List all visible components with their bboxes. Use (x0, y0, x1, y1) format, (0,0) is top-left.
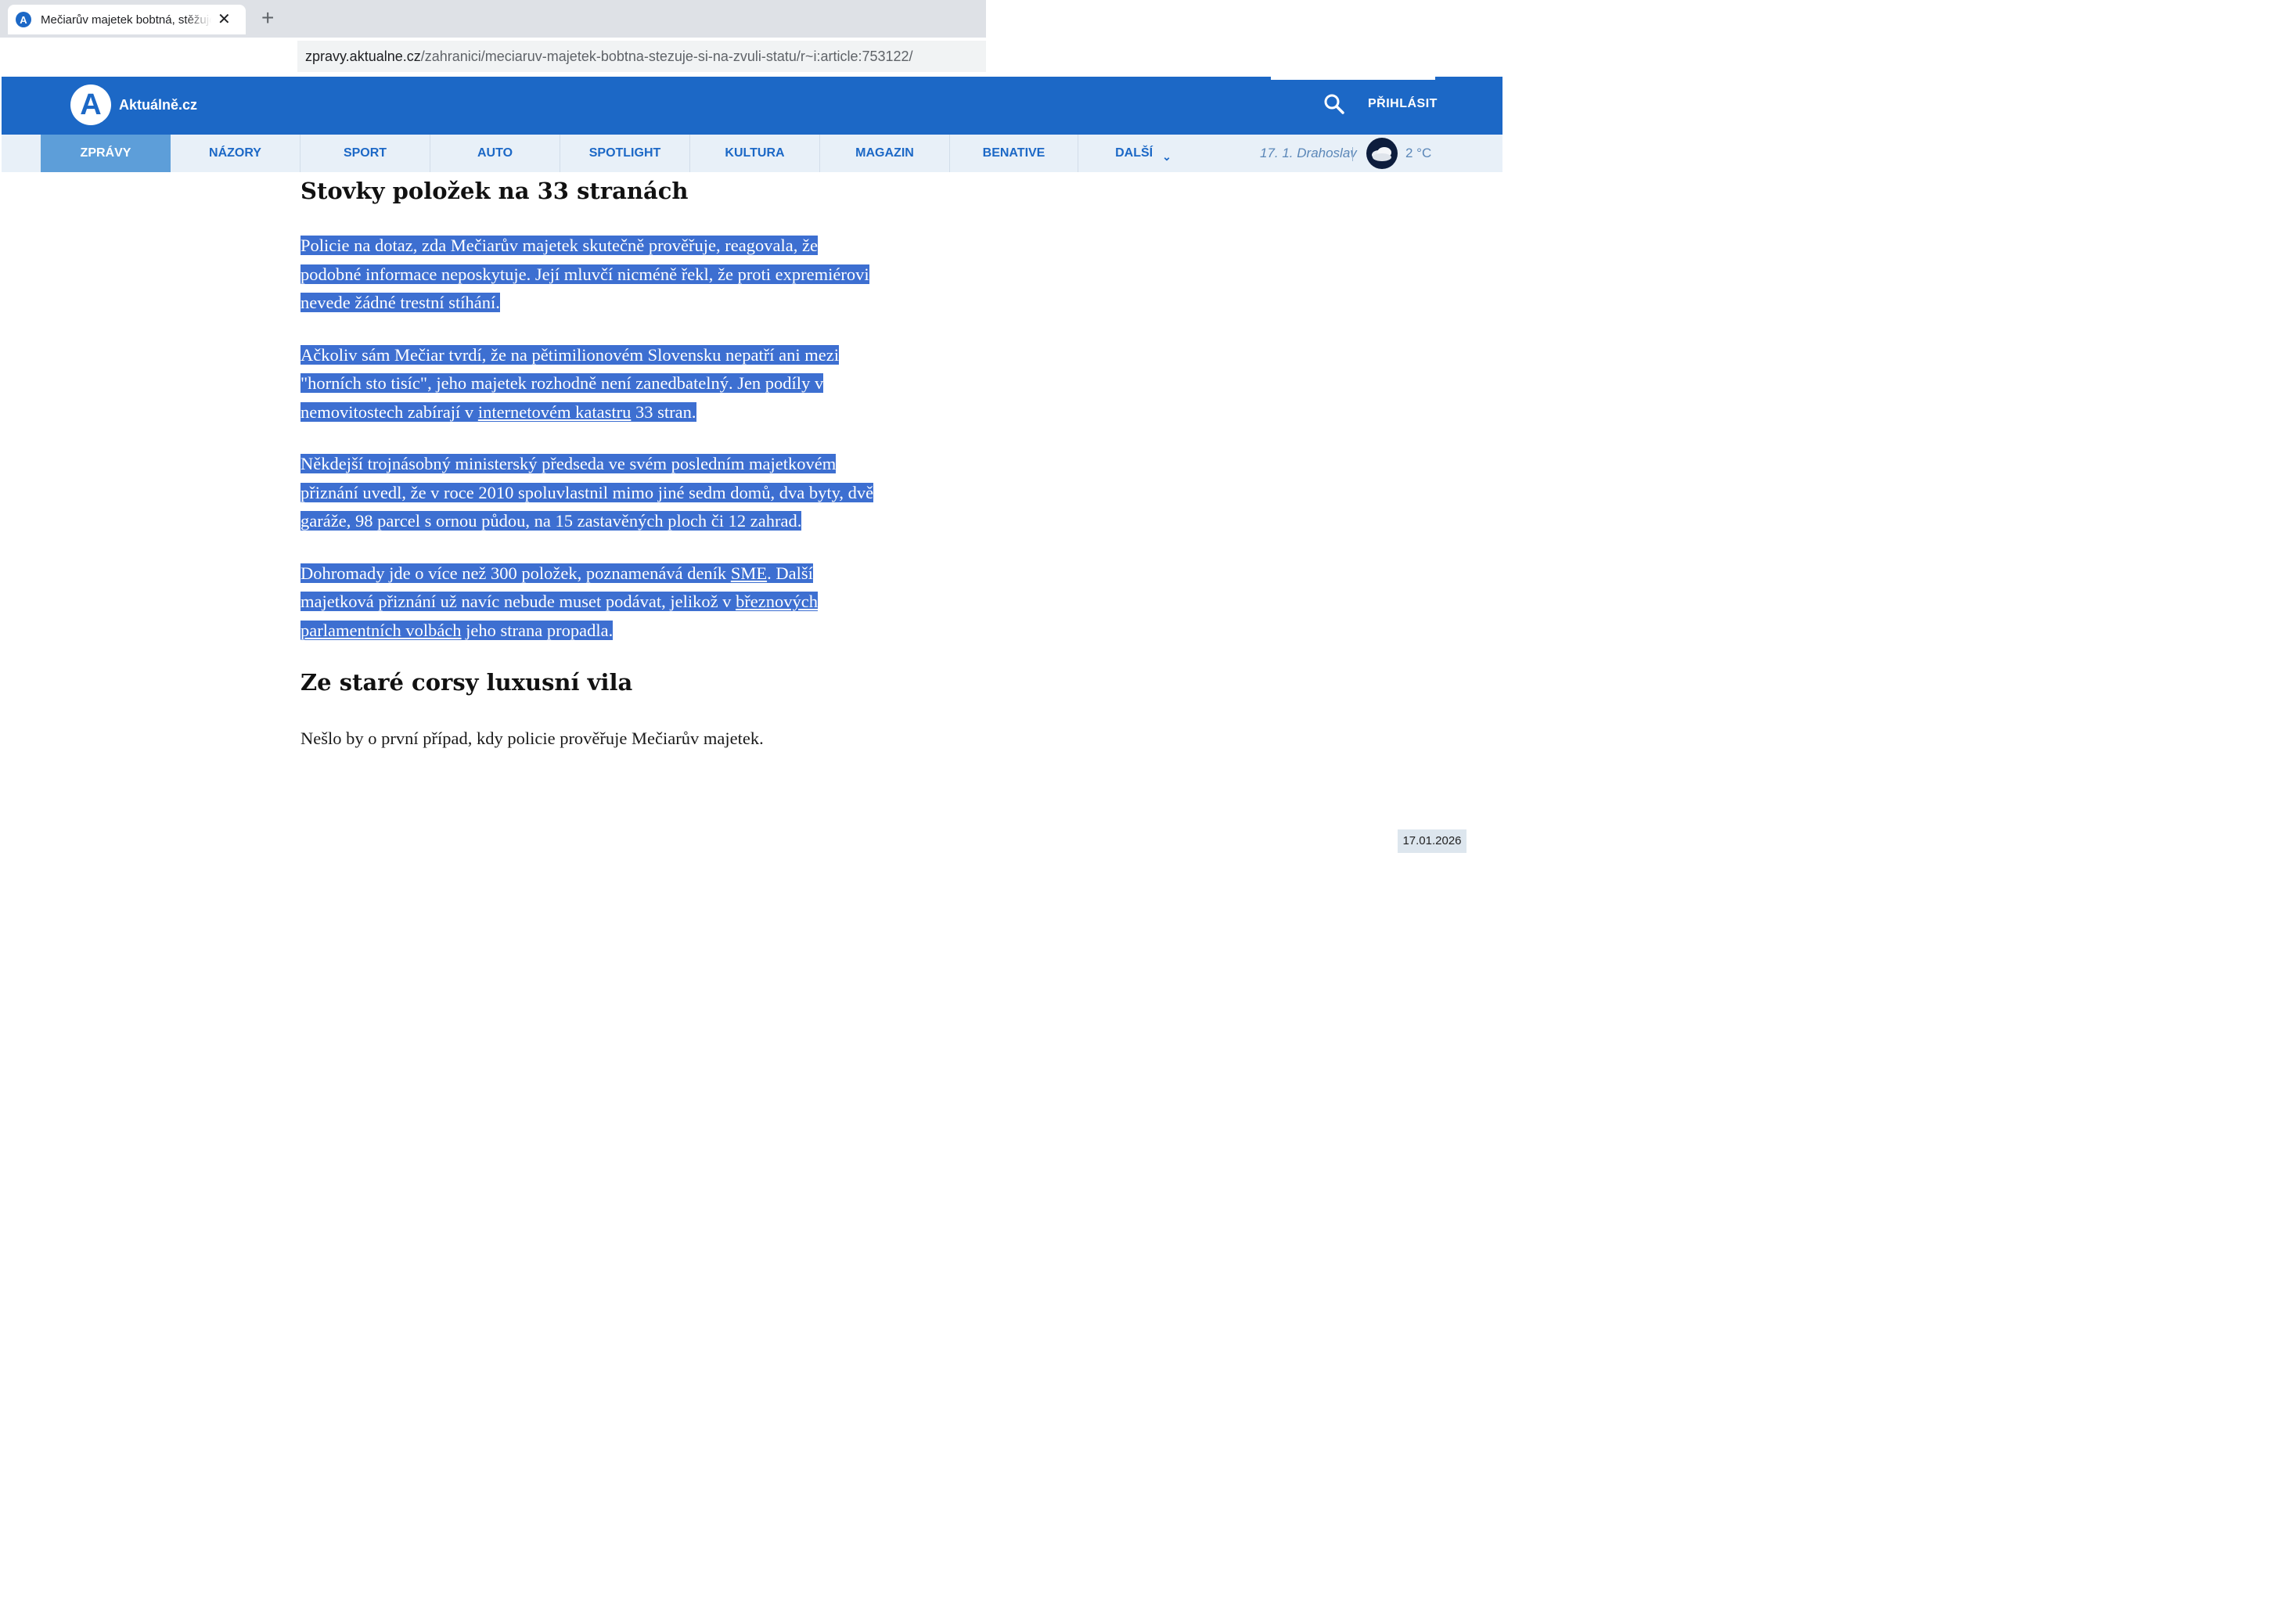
article-paragraph: Ačkoliv sám Mečiar tvrdí, že na pětimili… (300, 341, 880, 427)
nav-label: MAGAZIN (855, 146, 914, 160)
nav-item-magazin[interactable]: MAGAZIN (820, 135, 950, 172)
date-badge: 17.01.2026 (1398, 829, 1466, 853)
site-header: A Aktuálně.cz PŘIHLÁSIT (2, 77, 1502, 135)
article-paragraph: Nešlo by o první případ, kdy policie pro… (300, 729, 764, 748)
nav-label: BENATIVE (982, 146, 1045, 160)
tab-title: Mečiarův majetek bobtná, stěžuje si na z… (41, 13, 211, 27)
selected-text: Policie na dotaz, zda Mečiarův majetek s… (300, 236, 869, 312)
article-body: Stovky položek na 33 stranách Policie na… (300, 174, 880, 754)
sme-link[interactable]: SME (731, 563, 767, 583)
site-favicon-icon: A (16, 12, 31, 27)
selected-text: Ačkoliv sám Mečiar tvrdí, že na pětimili… (300, 344, 839, 422)
nav-item-kultura[interactable]: KULTURA (690, 135, 820, 172)
new-tab-button[interactable]: + (261, 5, 274, 31)
paragraph-text: 33 stran. (631, 401, 696, 422)
nav-item-zpravy[interactable]: ZPRÁVY (41, 135, 171, 172)
url-host: zpravy.aktualne.cz (305, 49, 421, 64)
nav-item-nazory[interactable]: NÁZORY (171, 135, 300, 172)
chevron-down-icon: ⌄ (1162, 149, 1171, 163)
nameday: 17. 1. Drahoslav (1260, 146, 1357, 160)
close-tab-icon[interactable]: ✕ (218, 12, 231, 27)
paragraph-text: jeho strana propadla. (461, 620, 614, 640)
section-heading: Ze staré corsy luxusní vila (300, 669, 633, 696)
article-paragraph: Dohromady jde o více než 300 položek, po… (300, 559, 880, 646)
nav-item-benative[interactable]: BENATIVE (950, 135, 1078, 172)
main-nav: ZPRÁVY NÁZORY SPORT AUTO SPOTLIGHT KULTU… (2, 135, 1502, 172)
nav-divider (1352, 147, 1353, 161)
url-path: /zahranici/meciaruv-majetek-bobtna-stezu… (420, 49, 913, 64)
article-paragraph: Policie na dotaz, zda Mečiarův majetek s… (300, 232, 880, 318)
logo-text: Aktuálně.cz (119, 96, 198, 113)
nav-item-dalsi[interactable]: DALŠÍ ⌄ (1078, 135, 1208, 172)
nav-label: SPOTLIGHT (588, 146, 661, 160)
cloud-night-icon (1366, 138, 1398, 169)
nav-label: KULTURA (725, 146, 785, 160)
header-notch (1271, 77, 1435, 80)
browser-tabstrip: A Mečiarův majetek bobtná, stěžuje si na… (0, 0, 986, 38)
katastr-link[interactable]: internetovém katastru (478, 402, 632, 422)
paragraph-text: Dohromady jde o více než 300 položek, po… (300, 563, 731, 583)
selected-text: Někdejší trojnásobný ministerský předsed… (300, 454, 874, 531)
selected-text: Dohromady jde o více než 300 položek, po… (300, 563, 819, 640)
nav-label: SPORT (343, 146, 387, 160)
nav-label: NÁZORY (209, 146, 261, 160)
temperature: 2 °C (1405, 146, 1432, 160)
nav-label: ZPRÁVY (80, 146, 131, 160)
nav-item-spotlight[interactable]: SPOTLIGHT (560, 135, 690, 172)
site-logo[interactable]: A Aktuálně.cz (70, 85, 197, 125)
nav-item-sport[interactable]: SPORT (300, 135, 430, 172)
article-paragraph: Někdejší trojnásobný ministerský předsed… (300, 450, 880, 536)
login-button[interactable]: PŘIHLÁSIT (1368, 97, 1438, 111)
browser-tab[interactable]: A Mečiarův majetek bobtná, stěžuje si na… (8, 5, 246, 34)
nav-label: AUTO (477, 146, 513, 160)
search-icon[interactable] (1323, 92, 1346, 116)
logo-a-icon: A (70, 85, 111, 125)
section-heading: Stovky položek na 33 stranách (300, 178, 689, 204)
browser-toolbar: zpravy.aktualne.cz/zahranici/meciaruv-ma… (0, 38, 986, 77)
nav-item-auto[interactable]: AUTO (430, 135, 560, 172)
address-bar[interactable]: zpravy.aktualne.cz/zahranici/meciaruv-ma… (297, 41, 986, 72)
nav-label: DALŠÍ (1115, 146, 1153, 160)
